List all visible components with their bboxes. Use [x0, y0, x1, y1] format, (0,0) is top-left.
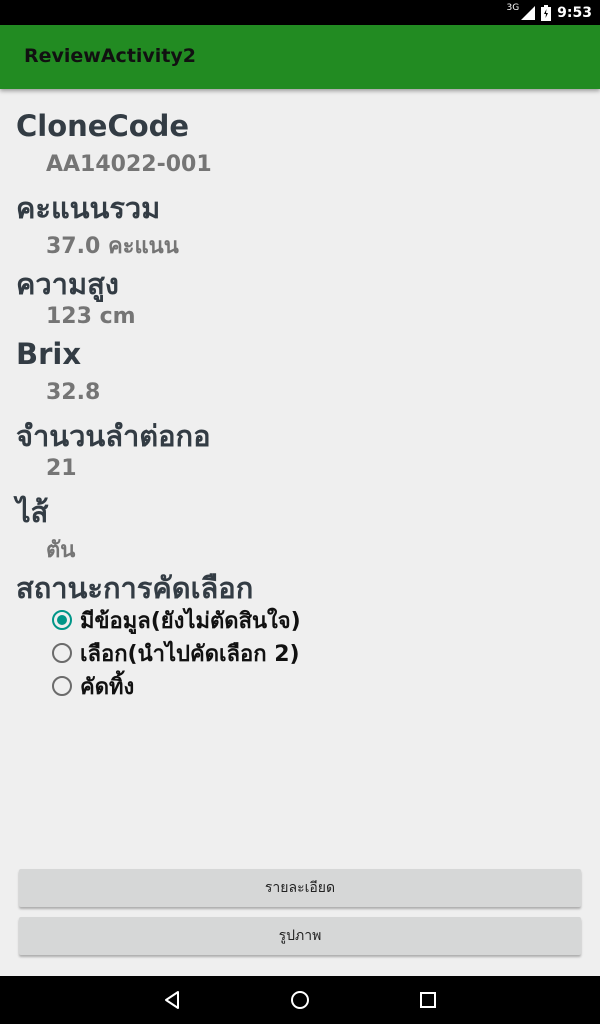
- signal-icon: [521, 5, 536, 20]
- app-bar: ReviewActivity2: [0, 25, 600, 89]
- network-type: 3G: [506, 2, 520, 13]
- pith-value: ตัน: [46, 538, 76, 563]
- brix-value: 32.8: [46, 380, 101, 405]
- radio-option-select[interactable]: เลือก(นำไปคัดเลือก 2): [52, 639, 300, 667]
- radio-unchecked-icon[interactable]: [52, 643, 72, 663]
- radio-option-undecided[interactable]: มีข้อมูล(ยังไม่ตัดสินใจ): [52, 606, 301, 634]
- clone-code-value: AA14022-001: [46, 152, 212, 177]
- navigation-bar: [0, 976, 600, 1024]
- stalks-per-clump-value: 21: [46, 456, 77, 481]
- height-value: 123 cm: [46, 304, 136, 329]
- radio-option-label[interactable]: เลือก(นำไปคัดเลือก 2): [80, 636, 300, 671]
- radio-option-label[interactable]: มีข้อมูล(ยังไม่ตัดสินใจ): [80, 603, 301, 638]
- pith-label: ไส้: [16, 495, 49, 529]
- height-label: ความสูง: [16, 267, 119, 301]
- brix-label: Brix: [16, 337, 82, 371]
- clock: 9:53: [557, 4, 592, 21]
- home-icon[interactable]: [288, 988, 312, 1012]
- app-title: ReviewActivity2: [24, 45, 197, 67]
- radio-option-label[interactable]: คัดทิ้ง: [80, 669, 134, 704]
- battery-icon: [541, 4, 552, 21]
- recents-icon[interactable]: [416, 988, 440, 1012]
- status-bar: 3G 9:53: [0, 0, 600, 25]
- back-icon[interactable]: [160, 988, 184, 1012]
- clone-code-label: CloneCode: [16, 109, 190, 143]
- radio-option-discard[interactable]: คัดทิ้ง: [52, 672, 134, 700]
- radio-unchecked-icon[interactable]: [52, 676, 72, 696]
- image-button[interactable]: รูปภาพ: [19, 917, 581, 955]
- total-score-label: คะแนนรวม: [16, 191, 161, 225]
- radio-checked-icon[interactable]: [52, 610, 72, 630]
- details-button[interactable]: รายละเอียด: [19, 869, 581, 907]
- status-icons: 3G 9:53: [506, 3, 592, 22]
- stalks-per-clump-label: จำนวนลำต่อกอ: [16, 419, 211, 453]
- total-score-value: 37.0 คะแนน: [46, 234, 179, 259]
